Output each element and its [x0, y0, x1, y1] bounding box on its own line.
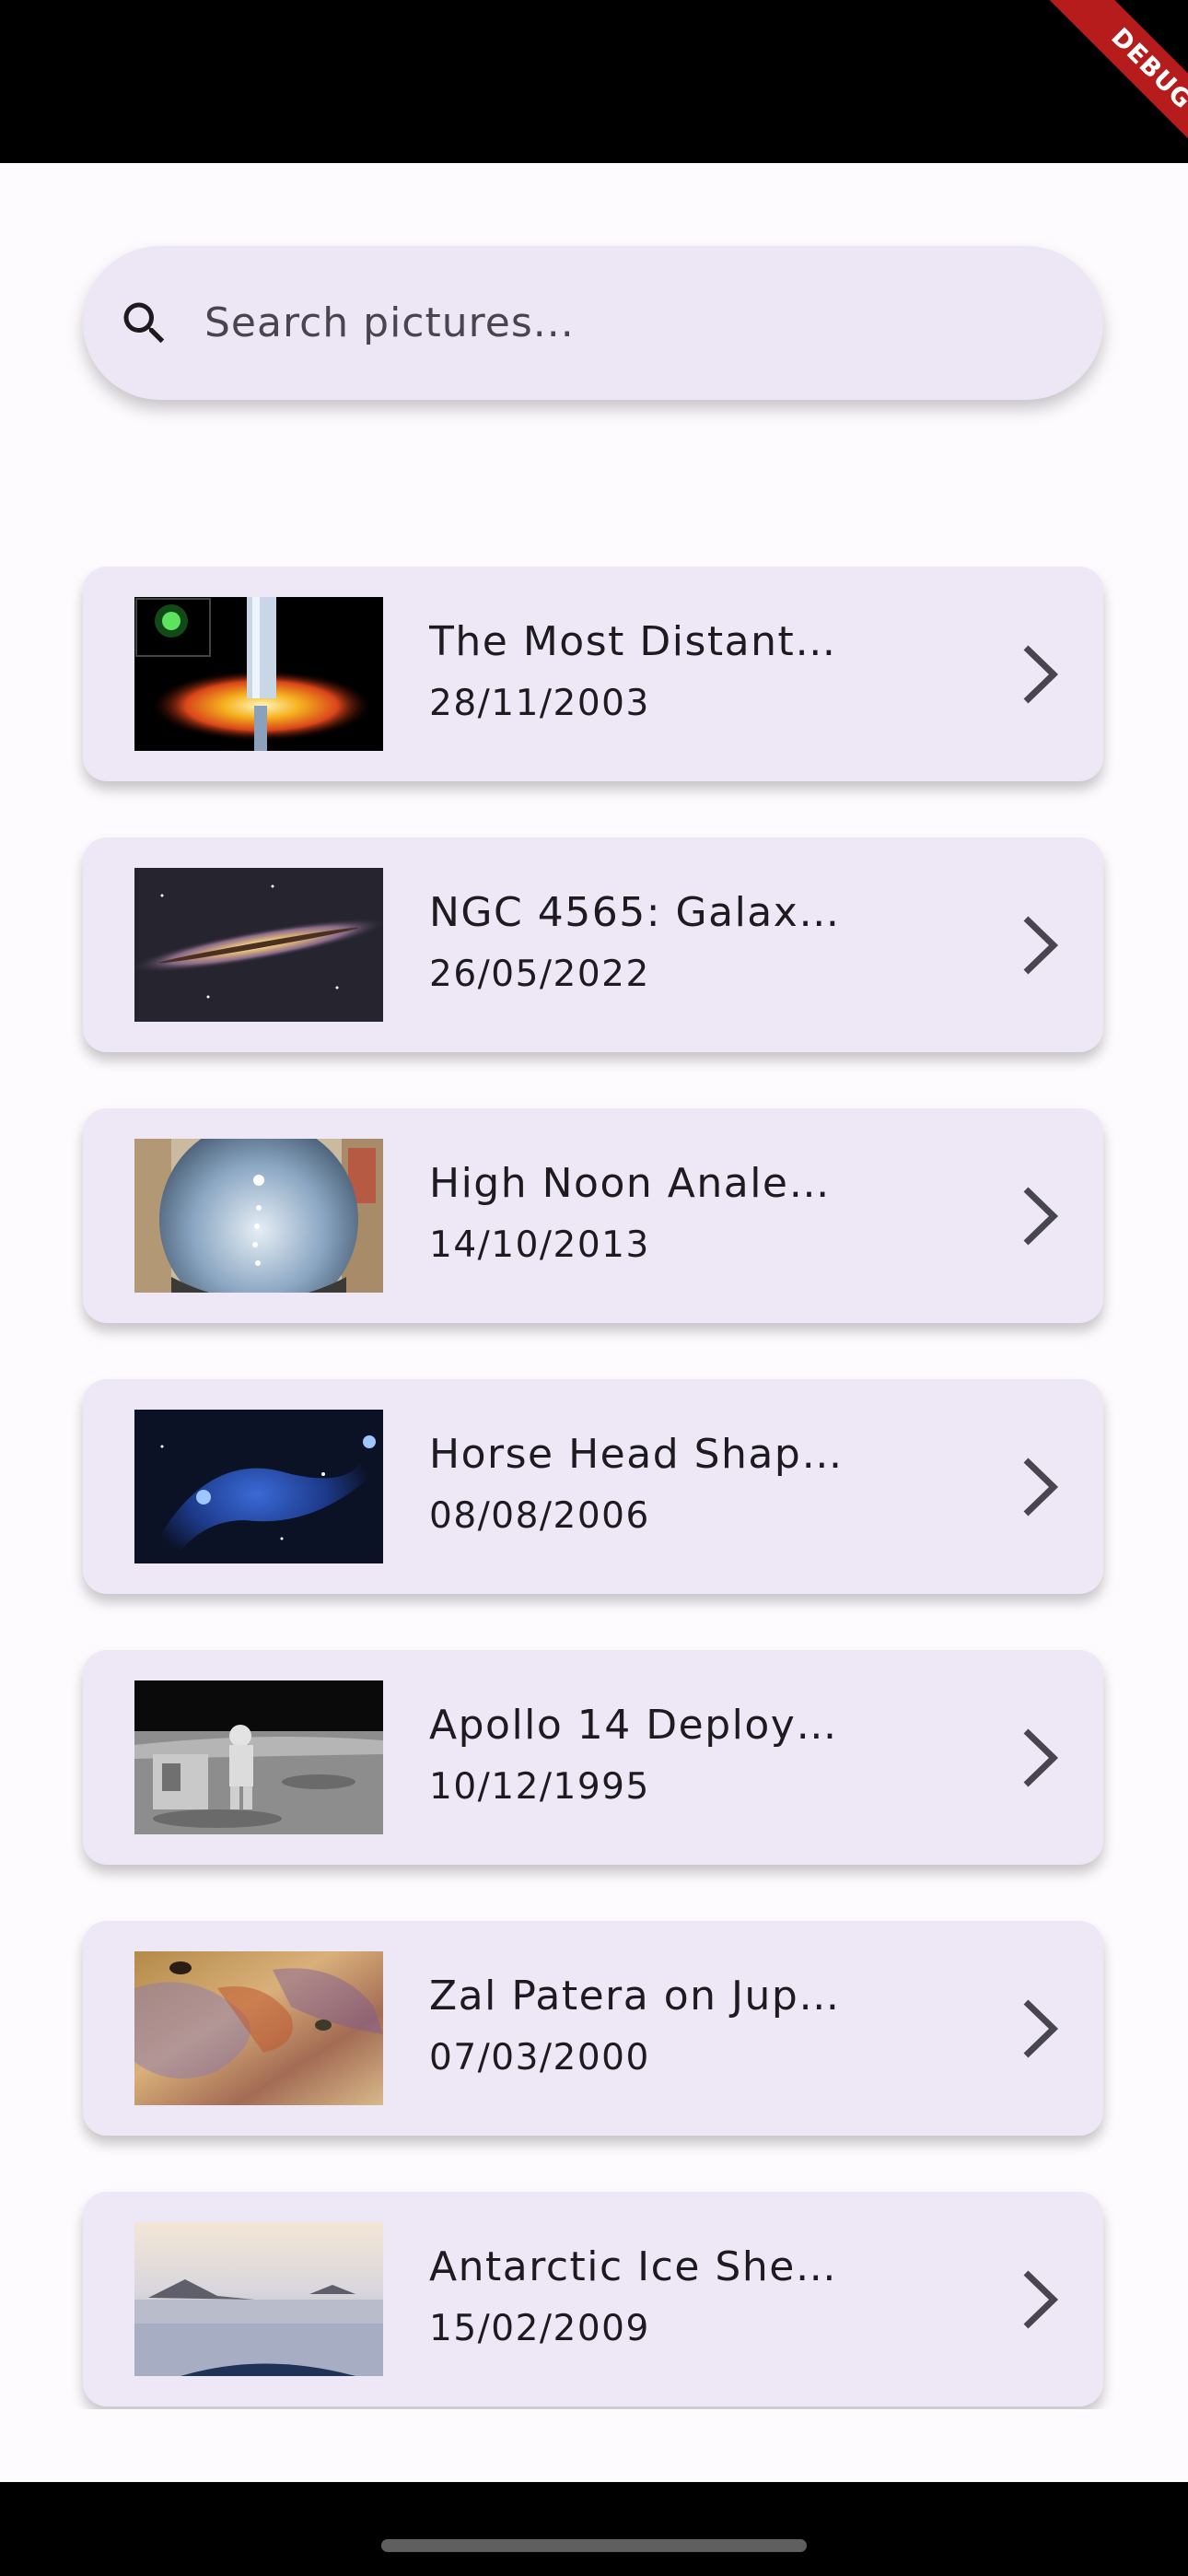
picture-title: Antarctic Ice She…	[429, 2243, 838, 2290]
thumbnail-image	[134, 1680, 383, 1834]
search-bar[interactable]	[83, 246, 1103, 400]
picture-title: NGC 4565: Galax…	[429, 889, 841, 936]
picture-date: 26/05/2022	[429, 954, 650, 995]
picture-card[interactable]: High Noon Anale… 14/10/2013	[83, 1108, 1103, 1323]
picture-card[interactable]: Apollo 14 Deploy… 10/12/1995	[83, 1650, 1103, 1865]
chevron-right-icon	[1023, 1999, 1059, 2058]
thumbnail-image	[134, 597, 383, 751]
chevron-right-icon	[1023, 645, 1059, 704]
picture-title: Zal Patera on Jup…	[429, 1973, 841, 2020]
chevron-right-icon	[1023, 1187, 1059, 1246]
picture-title: High Noon Anale…	[429, 1160, 831, 1207]
search-input[interactable]	[203, 299, 1035, 347]
search-icon	[112, 291, 177, 356]
navigation-bar	[0, 2482, 1188, 2576]
debug-banner: DEBUG	[1037, 0, 1188, 163]
chevron-right-icon	[1023, 2270, 1059, 2329]
picture-date: 15/02/2009	[429, 2308, 650, 2349]
picture-date: 07/03/2000	[429, 2037, 650, 2078]
picture-card[interactable]: Zal Patera on Jup… 07/03/2000	[83, 1921, 1103, 2136]
chevron-right-icon	[1023, 916, 1059, 975]
picture-date: 10/12/1995	[429, 1766, 650, 1808]
thumbnail-image	[134, 1951, 383, 2105]
picture-card[interactable]: NGC 4565: Galax… 26/05/2022	[83, 837, 1103, 1052]
picture-title: Horse Head Shap…	[429, 1431, 844, 1478]
chevron-right-icon	[1023, 1458, 1059, 1516]
thumbnail-image	[134, 1139, 383, 1293]
picture-card[interactable]: The Most Distant… 28/11/2003	[83, 567, 1103, 781]
picture-card[interactable]: Antarctic Ice She… 15/02/2009	[83, 2192, 1103, 2406]
thumbnail-image	[134, 1410, 383, 1563]
picture-date: 28/11/2003	[429, 683, 650, 724]
picture-list[interactable]: The Most Distant… 28/11/2003 NGC 4565: G…	[0, 567, 1188, 2409]
chevron-right-icon	[1023, 1728, 1059, 1787]
thumbnail-image	[134, 2222, 383, 2376]
picture-card[interactable]: Horse Head Shap… 08/08/2006	[83, 1379, 1103, 1594]
thumbnail-image	[134, 868, 383, 1022]
picture-title: The Most Distant…	[429, 618, 837, 665]
picture-date: 14/10/2013	[429, 1224, 650, 1266]
status-bar: DEBUG	[0, 0, 1188, 163]
picture-date: 08/08/2006	[429, 1495, 650, 1537]
picture-title: Apollo 14 Deploy…	[429, 1702, 838, 1749]
home-indicator[interactable]	[381, 2539, 807, 2552]
